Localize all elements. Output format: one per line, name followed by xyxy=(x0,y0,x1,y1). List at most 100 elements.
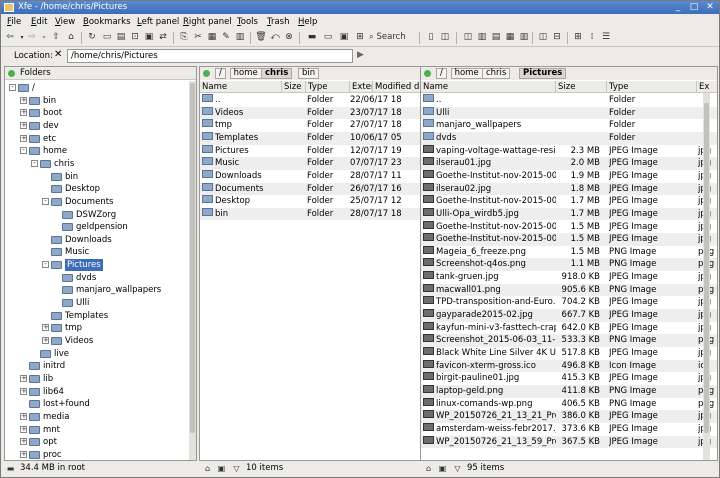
split-horizontal-icon[interactable]: ◫ xyxy=(536,31,550,44)
column-header-exter[interactable]: Exter xyxy=(350,81,373,93)
file-row[interactable]: tank-gruen.jpg918.0 KBJPEG Imagejpg xyxy=(421,271,717,284)
maximize-icon[interactable]: □ xyxy=(687,2,701,13)
mount-icon[interactable]: ⊞ xyxy=(353,31,367,44)
expand-icon[interactable]: + xyxy=(42,324,49,332)
file-row[interactable]: ilserau02.jpg1.8 MBJPEG Imagejpg xyxy=(421,182,717,196)
expand-icon[interactable]: + xyxy=(20,109,27,117)
file-row[interactable]: Goethe-Institut-nov-2015-00... 1.7 MB JPEG… xyxy=(421,195,717,208)
collapse-icon[interactable]: - xyxy=(42,197,49,205)
expand-icon[interactable]: + xyxy=(20,425,27,433)
view-five-icon[interactable]: ▥ xyxy=(517,31,531,44)
right-thumbnail-icon[interactable]: ▣ xyxy=(438,464,447,473)
detailed-list-icon[interactable]: ☰ xyxy=(599,31,613,44)
right-scrollbar-thumb[interactable] xyxy=(704,103,709,433)
file-row[interactable]: .. Folder 22/06/17 18 xyxy=(200,94,420,107)
right-filter-icon[interactable]: ▽ xyxy=(453,464,462,473)
view-three-icon[interactable]: ▤ xyxy=(489,31,503,44)
column-header-name[interactable]: Name xyxy=(421,81,556,93)
file-row[interactable]: Templates Folder 10/06/17 05 xyxy=(200,131,420,145)
sync-panels-icon[interactable]: ⇄ xyxy=(156,31,170,44)
menu-bookmarks[interactable]: Bookmarks xyxy=(83,16,131,28)
path-button[interactable]: bin xyxy=(298,68,320,79)
new-symlink-icon[interactable]: ⊡ xyxy=(128,31,142,44)
column-header-modified-da[interactable]: Modified da xyxy=(373,81,420,93)
file-row[interactable]: Black White Line Silver 4K Ult... 517.8 K… xyxy=(421,347,717,360)
close-icon[interactable]: ✕ xyxy=(703,2,717,13)
file-row[interactable]: dvds Folder xyxy=(421,131,717,145)
left-lock-icon[interactable]: ⌂ xyxy=(203,464,212,473)
file-row[interactable]: favicon-xterm-gross.ico 496.8 KB Icon Imag… xyxy=(421,359,717,373)
collapse-icon[interactable]: - xyxy=(31,159,38,167)
menu-help[interactable]: Help xyxy=(298,16,317,28)
path-button[interactable]: / xyxy=(436,68,447,79)
file-row[interactable]: laptop-geld.png411.8 KBPNG Imagepng xyxy=(421,384,717,398)
copy-icon[interactable]: ⎘ xyxy=(177,31,191,44)
small-icons-icon[interactable]: ⁞ xyxy=(585,31,599,44)
right-lock-icon[interactable]: ⌂ xyxy=(424,464,433,473)
right-scrollbar[interactable] xyxy=(703,93,710,460)
file-row[interactable]: manjaro_wallpapers Folder xyxy=(421,119,717,132)
path-button[interactable]: Pictures xyxy=(519,68,567,79)
column-header-name[interactable]: Name xyxy=(200,81,282,93)
expand-icon[interactable]: + xyxy=(20,387,27,395)
title-bar[interactable]: Xfe - /home/chris/Pictures _ □ ✕ xyxy=(1,1,719,14)
up-icon[interactable]: ⇧ xyxy=(49,31,63,44)
file-row[interactable]: birgit-pauline01.jpg415.3 KBJPEG Imagejp… xyxy=(421,372,717,385)
menu-view[interactable]: View xyxy=(55,16,75,28)
terminal-icon[interactable]: ▣ xyxy=(142,31,156,44)
rename-icon[interactable]: ✎ xyxy=(219,31,233,44)
collapse-icon[interactable]: - xyxy=(42,261,49,269)
file-row[interactable]: kayfun-mini-v3-fasttech-crap... 642.0 KB J… xyxy=(421,321,717,335)
menu-edit[interactable]: Edit xyxy=(31,16,47,28)
view-tree-panel-icon[interactable]: ◫ xyxy=(438,31,452,44)
search-button[interactable]: ⌕ Search xyxy=(369,31,415,44)
paste-icon[interactable]: ▦ xyxy=(205,31,219,44)
new-folder-icon[interactable]: ▤ xyxy=(114,31,128,44)
expand-icon[interactable]: + xyxy=(20,412,27,420)
path-button[interactable]: home xyxy=(229,68,262,79)
expand-icon[interactable]: + xyxy=(20,121,27,129)
expand-icon[interactable]: + xyxy=(20,450,27,458)
go-icon[interactable]: ▶ xyxy=(357,50,364,60)
file-row[interactable]: Documents Folder 26/07/17 16 xyxy=(200,182,420,196)
file-row[interactable]: bin Folder 28/07/17 18 xyxy=(200,207,420,221)
left-filter-icon[interactable]: ▽ xyxy=(232,464,241,473)
file-row[interactable]: TPD-transposition-and-Euro... 704.2 KB JPE… xyxy=(421,296,717,309)
path-button[interactable]: chris xyxy=(482,68,511,79)
file-row[interactable]: Screenshot_2015-06-03_11-1... 533.3 KB PNG… xyxy=(421,334,717,347)
column-header-type[interactable]: Type xyxy=(306,81,350,93)
path-button[interactable]: / xyxy=(215,68,226,79)
file-row[interactable]: Downloads Folder 28/07/17 11 xyxy=(200,169,420,183)
file-row[interactable]: Goethe-Institut-nov-2015-00... 1.9 MB JPEG… xyxy=(421,169,717,183)
clear-location-icon[interactable]: ✕ xyxy=(54,49,62,60)
column-header-type[interactable]: Type xyxy=(607,81,697,93)
left-thumbnail-icon[interactable]: ▣ xyxy=(217,464,226,473)
file-row[interactable]: gayparade2015-02.jpg667.7 KBJPEG Imagejp… xyxy=(421,309,717,322)
computer-icon[interactable]: ▭ xyxy=(321,31,335,44)
file-row[interactable]: linux-comands-wp.png406.5 KBPNG Imagepng xyxy=(421,397,717,411)
file-row[interactable]: ilserau01.jpg2.0 MBJPEG Imagejpg xyxy=(421,157,717,170)
file-row[interactable]: Music Folder 07/07/17 23 xyxy=(200,157,420,170)
file-row[interactable]: vaping-voltage-wattage-resis... 2.3 MB JPE… xyxy=(421,144,717,158)
delete-icon[interactable]: ⊗ xyxy=(282,31,296,44)
file-row[interactable]: Goethe-Institut-nov-2015-00... 1.5 MB JPEG… xyxy=(421,220,717,234)
view-tree-two-panels-icon[interactable]: ▥ xyxy=(475,31,489,44)
trash-icon[interactable]: 🗑 xyxy=(254,31,268,44)
file-row[interactable]: Ulli-Opa_wirdb5.jpg1.7 MBJPEG Imagejpg xyxy=(421,207,717,221)
expand-icon[interactable]: + xyxy=(42,337,49,344)
view-two-panels-icon[interactable]: ◫ xyxy=(461,31,475,44)
view-one-panel-icon[interactable]: ▯ xyxy=(424,31,438,44)
expand-icon[interactable]: + xyxy=(20,134,27,142)
collapse-icon[interactable]: - xyxy=(9,84,16,91)
location-input[interactable] xyxy=(67,49,353,63)
collapse-icon[interactable]: - xyxy=(20,147,27,155)
column-header-ex[interactable]: Ex xyxy=(697,81,717,93)
new-file-icon[interactable]: ▭ xyxy=(100,31,114,44)
menu-tools[interactable]: Tools xyxy=(237,16,258,28)
file-row[interactable]: .. Folder xyxy=(421,94,717,107)
column-header-size[interactable]: Size xyxy=(282,81,306,93)
expand-icon[interactable]: + xyxy=(20,96,27,104)
column-header-size[interactable]: Size xyxy=(556,81,607,93)
file-row[interactable]: WP_20150726_21_13_59_Pro.j... 367.5 KB JPE… xyxy=(421,435,717,449)
expand-icon[interactable]: + xyxy=(20,438,27,446)
